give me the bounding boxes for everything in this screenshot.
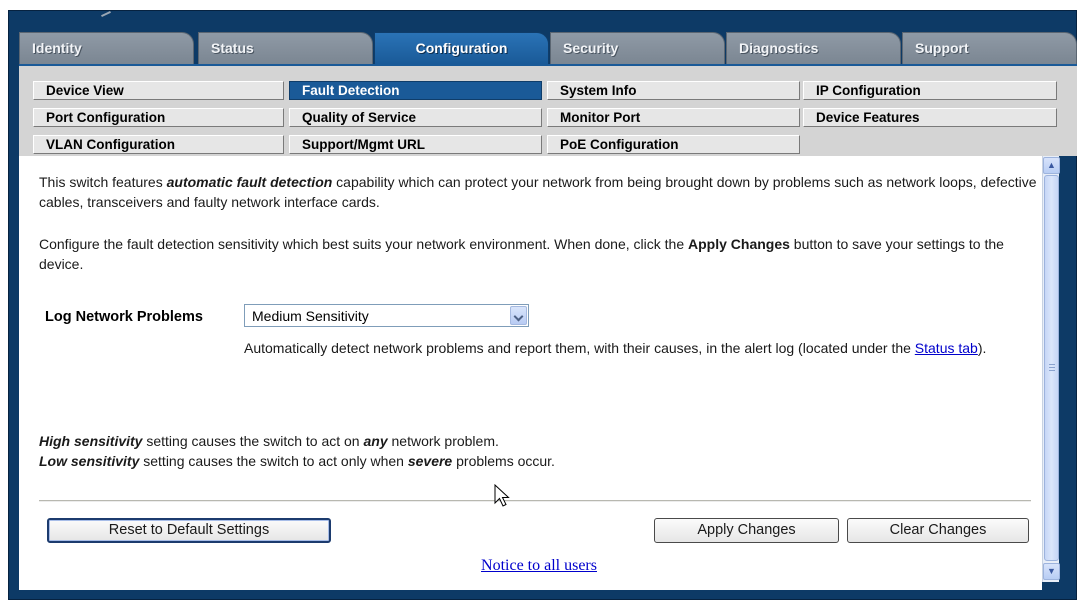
sensitivity-notes: High sensitivity setting causes the swit… <box>39 431 1039 471</box>
tab-status[interactable]: Status <box>198 32 373 64</box>
tab-identity[interactable]: Identity <box>19 32 194 64</box>
instructions-text: Configure the fault detection sensitivit… <box>39 236 688 252</box>
reset-defaults-button[interactable]: Reset to Default Settings <box>47 518 331 543</box>
notice-to-all-users-link[interactable]: Notice to all users <box>481 557 597 574</box>
main-tabs: Identity Status Configuration Security D… <box>19 32 1077 64</box>
help-text: Automatically detect network problems an… <box>244 340 915 356</box>
log-network-problems-label: Log Network Problems <box>45 309 203 325</box>
subnav-poe-configuration[interactable]: PoE Configuration <box>547 135 800 154</box>
tab-security[interactable]: Security <box>550 32 725 64</box>
vertical-scrollbar[interactable]: ▲ ▼ <box>1042 156 1060 582</box>
scroll-down-icon[interactable]: ▼ <box>1043 563 1060 580</box>
notice-link-row: Notice to all users <box>19 557 1059 575</box>
subnav-fault-detection[interactable]: Fault Detection <box>289 81 542 100</box>
instructions-strong: Apply Changes <box>688 236 790 252</box>
intro-emphasis: automatic fault detection <box>166 174 333 190</box>
high-sensitivity-note: High sensitivity setting causes the swit… <box>39 433 499 449</box>
subnav-quality-of-service[interactable]: Quality of Service <box>289 108 542 127</box>
subnav-ip-configuration[interactable]: IP Configuration <box>803 81 1057 100</box>
subnav-panel: Device View Fault Detection System Info … <box>19 64 1077 156</box>
intro-paragraph: This switch features automatic fault det… <box>39 172 1039 212</box>
subnav-monitor-port[interactable]: Monitor Port <box>547 108 800 127</box>
apply-changes-button[interactable]: Apply Changes <box>654 518 839 543</box>
title-stub <box>9 11 119 23</box>
content-pane: This switch features automatic fault det… <box>19 156 1042 590</box>
intro-text: This switch features <box>39 174 167 190</box>
subnav-port-configuration[interactable]: Port Configuration <box>33 108 284 127</box>
chevron-down-icon[interactable] <box>510 306 527 325</box>
subnav-device-features[interactable]: Device Features <box>803 108 1057 127</box>
tab-support[interactable]: Support <box>902 32 1077 64</box>
low-sensitivity-note: Low sensitivity setting causes the switc… <box>39 453 555 469</box>
tab-configuration[interactable]: Configuration <box>374 32 549 64</box>
mouse-cursor-icon <box>494 484 510 507</box>
sensitivity-select[interactable]: Medium Sensitivity <box>244 304 529 327</box>
sensitivity-help: Automatically detect network problems an… <box>244 338 1034 358</box>
subnav-device-view[interactable]: Device View <box>33 81 284 100</box>
grip-icon <box>1049 364 1055 371</box>
clear-changes-button[interactable]: Clear Changes <box>847 518 1029 543</box>
help-text-end: ). <box>977 340 987 356</box>
subnav-support-mgmt-url[interactable]: Support/Mgmt URL <box>289 135 542 154</box>
subnav-vlan-configuration[interactable]: VLAN Configuration <box>33 135 284 154</box>
scroll-up-icon[interactable]: ▲ <box>1043 157 1060 174</box>
tab-diagnostics[interactable]: Diagnostics <box>726 32 901 64</box>
sensitivity-selected-value: Medium Sensitivity <box>252 308 369 324</box>
instructions-paragraph: Configure the fault detection sensitivit… <box>39 234 1039 274</box>
scrollbar-thumb[interactable] <box>1044 175 1059 561</box>
divider <box>39 500 1031 502</box>
status-tab-link[interactable]: Status tab <box>915 340 978 356</box>
subnav-system-info[interactable]: System Info <box>547 81 800 100</box>
